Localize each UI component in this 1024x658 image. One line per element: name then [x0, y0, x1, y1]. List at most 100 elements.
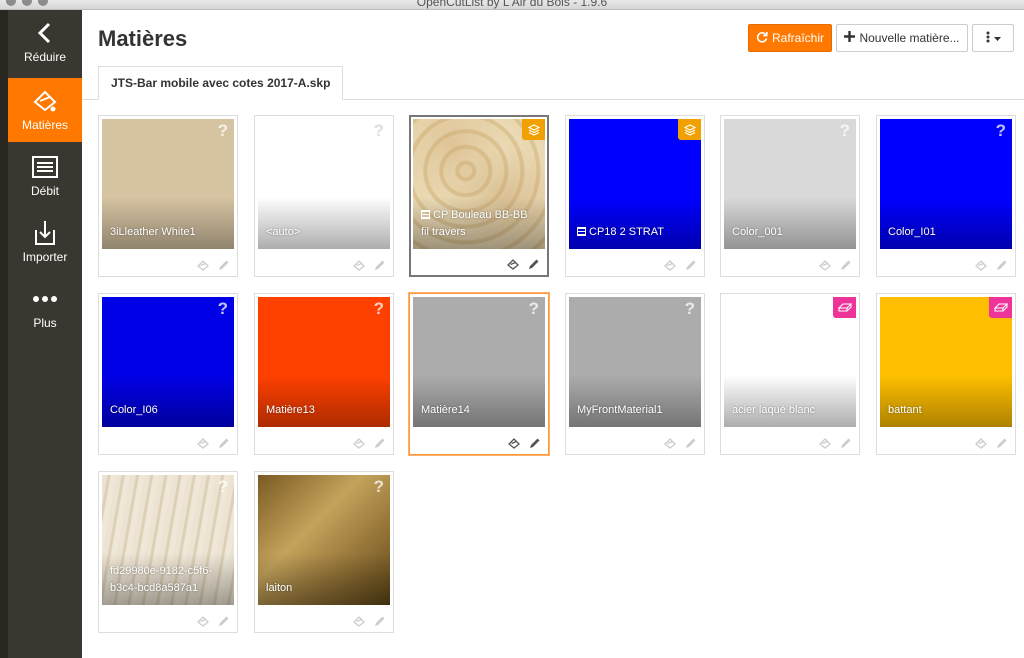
paint-bucket-icon[interactable] [195, 614, 210, 629]
material-name: CP18 2 STRAT [577, 224, 693, 241]
material-name: Matière13 [266, 402, 382, 419]
refresh-icon [756, 31, 768, 46]
material-card[interactable]: ? Matière13 [254, 293, 394, 455]
material-card[interactable]: ? fd29980e-9182-c5f6-b3c4-bcd8a587a1 [98, 471, 238, 633]
unknown-type-icon: ? [995, 121, 1006, 140]
material-swatch: ? MyFrontMaterial1 [569, 297, 701, 427]
material-swatch: ? 3iLleather White1 [102, 119, 234, 249]
card-actions [817, 258, 853, 273]
material-name-text: Matière14 [421, 404, 470, 416]
material-card[interactable]: ? Matière14 [409, 293, 549, 455]
new-material-button[interactable]: Nouvelle matière... [836, 24, 968, 52]
edit-pencil-icon[interactable] [683, 258, 698, 273]
edit-pencil-icon[interactable] [527, 436, 542, 451]
paint-bucket-icon[interactable] [662, 436, 677, 451]
paint-bucket-icon[interactable] [505, 257, 520, 272]
refresh-label: Rafraîchir [771, 31, 824, 45]
window-titlebar: OpenCutList by L'Air du Bois - 1.9.6 [0, 0, 1024, 10]
unknown-type-icon: ? [684, 299, 695, 318]
paint-bucket-icon[interactable] [195, 436, 210, 451]
sidebar-item-label: Importer [22, 250, 68, 264]
material-name: CP Bouleau BB-BB fil travers [421, 207, 537, 241]
material-card[interactable]: ? Color_I01 [876, 115, 1016, 277]
card-actions [506, 436, 542, 451]
list-icon [8, 154, 82, 180]
material-swatch: ? laiton [258, 475, 390, 605]
edge-type-icon [989, 297, 1012, 318]
refresh-button[interactable]: Rafraîchir [748, 24, 832, 52]
material-swatch: ? <auto> [258, 119, 390, 249]
swatch-gradient [569, 197, 701, 249]
material-card[interactable]: ? MyFrontMaterial1 [565, 293, 705, 455]
card-actions [195, 614, 231, 629]
material-name-text: Matière13 [266, 404, 315, 416]
material-name-text: MyFrontMaterial1 [577, 404, 663, 416]
sidebar-item-matieres[interactable]: Matières [8, 78, 82, 142]
edit-pencil-icon[interactable] [683, 436, 698, 451]
window-title: OpenCutList by L'Air du Bois - 1.9.6 [416, 0, 608, 9]
more-options-button[interactable] [972, 24, 1014, 52]
edit-pencil-icon[interactable] [372, 614, 387, 629]
material-name-text: fd29980e-9182-c5f6-b3c4-bcd8a587a1 [110, 565, 213, 594]
sheet-goods-type-icon [522, 119, 545, 140]
paint-bucket-icon[interactable] [506, 436, 521, 451]
edit-pencil-icon[interactable] [994, 436, 1009, 451]
edit-pencil-icon[interactable] [372, 258, 387, 273]
material-name-text: acier laqué blanc [732, 404, 816, 416]
material-swatch: ? Matière14 [413, 297, 545, 427]
swatch-gradient [724, 375, 856, 427]
paint-bucket-icon[interactable] [351, 436, 366, 451]
paint-bucket-icon[interactable] [973, 258, 988, 273]
unknown-type-icon: ? [217, 121, 228, 140]
paint-bucket-icon[interactable] [662, 258, 677, 273]
edit-pencil-icon[interactable] [216, 258, 231, 273]
materials-icon [8, 88, 82, 114]
paint-bucket-icon[interactable] [195, 258, 210, 273]
paint-bucket-icon[interactable] [817, 436, 832, 451]
material-name-text: laiton [266, 582, 293, 594]
card-actions [195, 436, 231, 451]
material-card[interactable]: ? Color_I06 [98, 293, 238, 455]
tab-model-file[interactable]: JTS-Bar mobile avec cotes 2017-A.skp [98, 66, 344, 100]
edit-pencil-icon[interactable] [372, 436, 387, 451]
material-name: MyFrontMaterial1 [577, 402, 693, 419]
paint-bucket-icon[interactable] [351, 614, 366, 629]
material-card[interactable]: CP18 2 STRAT [565, 115, 705, 277]
material-name-text: Color_001 [732, 226, 783, 238]
card-actions [351, 436, 387, 451]
sidebar-item-plus[interactable]: Plus [8, 276, 82, 340]
material-card[interactable]: ? laiton [254, 471, 394, 633]
unknown-type-icon: ? [839, 121, 850, 140]
material-card[interactable]: ? 3iLleather White1 [98, 115, 238, 277]
sidebar-item-debit[interactable]: Débit [8, 144, 82, 208]
sidebar-item-reduire[interactable]: Réduire [8, 10, 82, 74]
material-card[interactable]: ? Color_001 [720, 115, 860, 277]
material-name: 3iLleather White1 [110, 224, 226, 241]
card-actions [817, 436, 853, 451]
edit-pencil-icon[interactable] [526, 257, 541, 272]
sidebar-item-importer[interactable]: Importer [8, 210, 82, 274]
edit-pencil-icon[interactable] [838, 436, 853, 451]
sidebar-item-label: Réduire [23, 50, 67, 64]
paint-bucket-icon[interactable] [973, 436, 988, 451]
material-card[interactable]: ? <auto> [254, 115, 394, 277]
card-actions [351, 614, 387, 629]
edit-pencil-icon[interactable] [216, 436, 231, 451]
material-name: battant [888, 402, 1004, 419]
material-name-text: CP Bouleau BB-BB fil travers [421, 209, 528, 238]
sidebar: Réduire Matières Débit Importer Plus [0, 10, 82, 658]
material-card[interactable]: acier laqué blanc [720, 293, 860, 455]
paint-bucket-icon[interactable] [817, 258, 832, 273]
material-name-text: <auto> [266, 226, 301, 238]
edit-pencil-icon[interactable] [994, 258, 1009, 273]
edit-pencil-icon[interactable] [838, 258, 853, 273]
material-card[interactable]: CP Bouleau BB-BB fil travers [409, 115, 549, 277]
new-material-label: Nouvelle matière... [859, 31, 960, 45]
material-name-text: Color_I01 [888, 226, 936, 238]
card-actions [351, 258, 387, 273]
paint-bucket-icon[interactable] [351, 258, 366, 273]
edit-pencil-icon[interactable] [216, 614, 231, 629]
material-card[interactable]: battant [876, 293, 1016, 455]
material-swatch: CP Bouleau BB-BB fil travers [413, 119, 545, 249]
swatch-gradient [102, 375, 234, 427]
